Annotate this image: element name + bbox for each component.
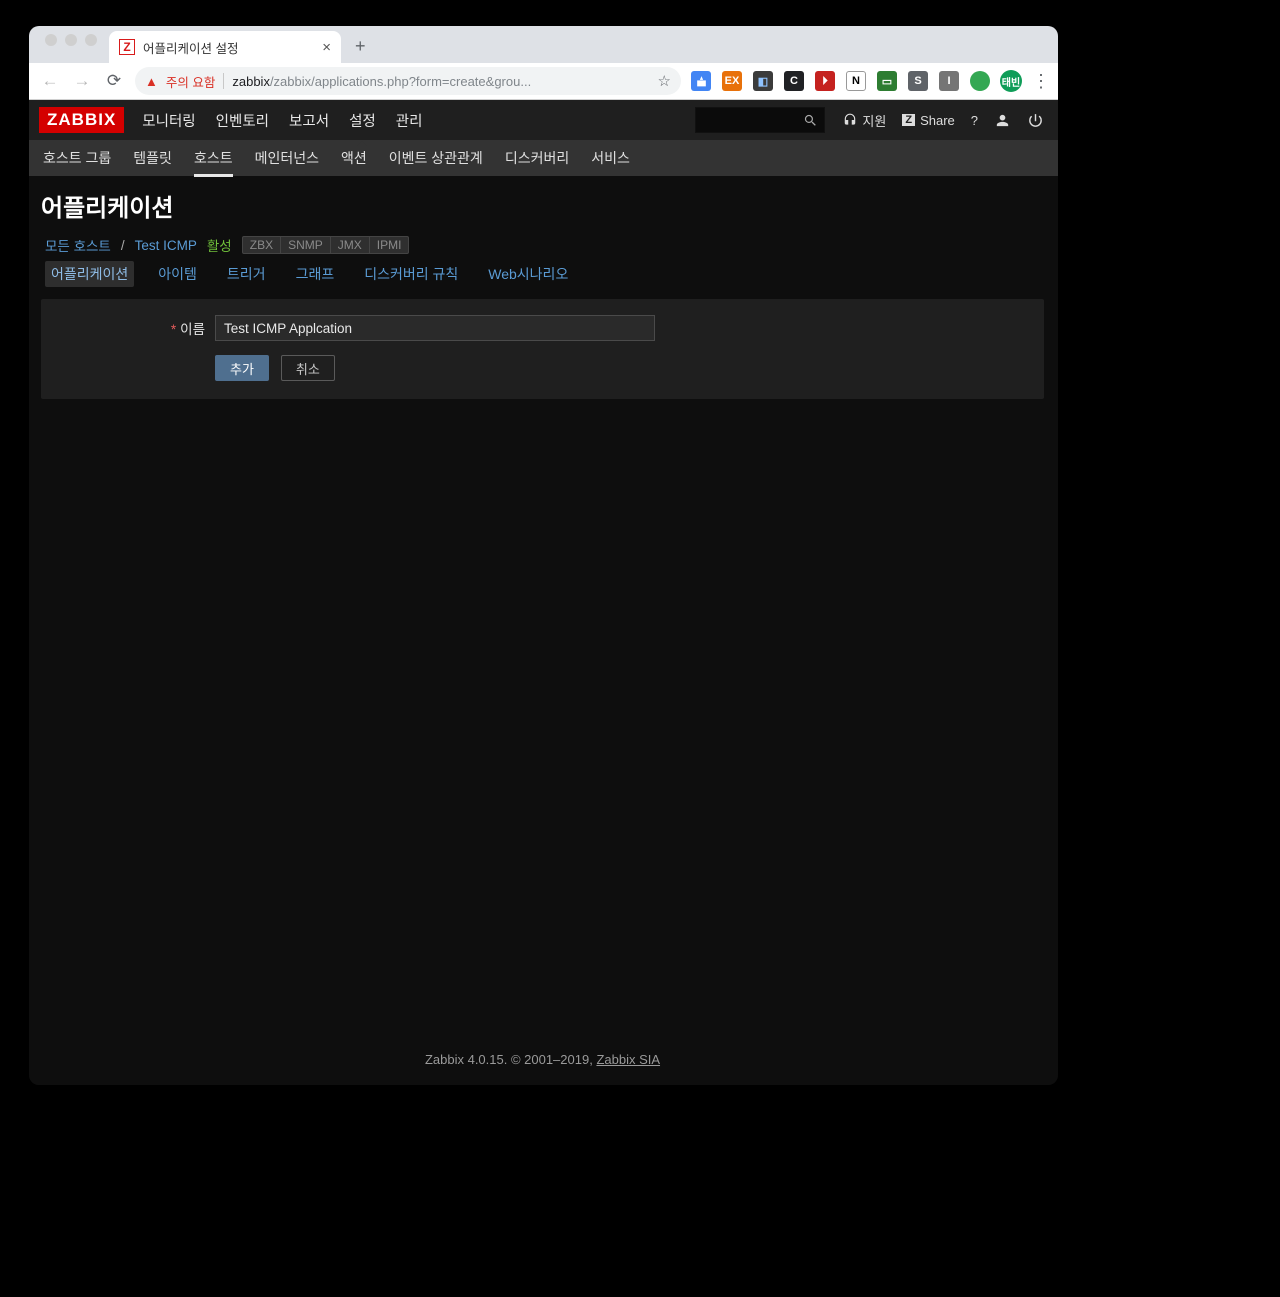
headset-icon — [843, 113, 857, 127]
main-menu-item[interactable]: 인벤토리 — [216, 100, 269, 141]
new-tab-button[interactable]: + — [341, 36, 378, 63]
nav-reload-icon[interactable]: ⟳ — [103, 71, 125, 91]
extension-icon-s[interactable]: S — [908, 71, 928, 91]
nav-forward-icon[interactable]: → — [71, 71, 93, 91]
protocol-badge: ZBX — [243, 237, 280, 253]
submenu-item[interactable]: 호스트 그룹 — [43, 140, 111, 176]
security-warning-text: 주의 요함 — [166, 72, 215, 91]
share-link[interactable]: Z Share — [902, 113, 954, 128]
submenu-item[interactable]: 호스트 — [194, 140, 233, 176]
window-close-dot[interactable] — [45, 34, 57, 46]
submenu-item[interactable]: 디스커버리 — [505, 140, 569, 176]
header-right: 지원 Z Share ? — [843, 111, 1044, 130]
submenu-item[interactable]: 이벤트 상관관계 — [389, 140, 483, 176]
extension-icon-adblock[interactable]: ◧ — [753, 71, 773, 91]
required-asterisk: * — [171, 322, 176, 337]
main-menu-item[interactable]: 보고서 — [289, 100, 329, 141]
browser-toolbar: ← → ⟳ ▲ 주의 요함 zabbix/zabbix/applications… — [29, 63, 1058, 100]
submenu-item[interactable]: 메인터넌스 — [255, 140, 319, 176]
url-text: zabbix/zabbix/applications.php?form=crea… — [232, 74, 649, 89]
submit-button[interactable]: 추가 — [215, 355, 269, 381]
protocol-badge: SNMP — [280, 237, 330, 253]
browser-tab-strip: Z 어플리케이션 설정 × + — [29, 26, 1058, 63]
submenu-item[interactable]: 템플릿 — [133, 140, 172, 176]
browser-tab[interactable]: Z 어플리케이션 설정 × — [109, 31, 341, 63]
browser-menu-icon[interactable]: ⋮ — [1032, 71, 1048, 92]
protocol-badge: JMX — [330, 237, 369, 253]
extension-icon-screen[interactable]: ▭ — [877, 71, 897, 91]
form-panel: *이름 추가 취소 — [41, 299, 1044, 399]
main-menu: 모니터링 인벤토리 보고서 설정 관리 — [142, 100, 422, 141]
tab-close-icon[interactable]: × — [322, 39, 331, 56]
footer-link[interactable]: Zabbix SIA — [596, 1052, 660, 1067]
host-tab[interactable]: Web시나리오 — [482, 261, 574, 287]
support-link[interactable]: 지원 — [843, 111, 886, 130]
bookmark-star-icon[interactable]: ☆ — [658, 72, 671, 90]
security-warning-icon: ▲ — [145, 74, 158, 89]
extension-icon-notion[interactable]: N — [846, 71, 866, 91]
share-badge-icon: Z — [902, 114, 915, 126]
main-menu-item[interactable]: 모니터링 — [142, 100, 195, 141]
logout-icon[interactable] — [1027, 112, 1044, 129]
zabbix-submenu: 호스트 그룹 템플릿 호스트 메인터넌스 액션 이벤트 상관관계 디스커버리 서비스 — [29, 140, 1058, 176]
extension-icon-green[interactable] — [970, 71, 990, 91]
extension-icons: EX ◧ C ⏵ N ▭ S I — [691, 71, 990, 91]
cancel-button[interactable]: 취소 — [281, 355, 335, 381]
breadcrumb-host[interactable]: Test ICMP — [135, 238, 197, 253]
search-icon — [803, 113, 818, 128]
submenu-item[interactable]: 액션 — [341, 140, 367, 176]
translate-extension-icon[interactable] — [691, 71, 711, 91]
protocol-badge: IPMI — [369, 237, 409, 253]
name-label: *이름 — [55, 318, 205, 338]
window-minimize-dot[interactable] — [65, 34, 77, 46]
extension-icon-pocket[interactable]: ⏵ — [815, 71, 835, 91]
page-content: 어플리케이션 모든 호스트 / Test ICMP 활성 ZBXSNMPJMXI… — [29, 176, 1058, 1085]
host-tab[interactable]: 트리거 — [221, 261, 272, 287]
address-bar[interactable]: ▲ 주의 요함 zabbix/zabbix/applications.php?f… — [135, 67, 681, 95]
page-title: 어플리케이션 — [41, 188, 1044, 223]
name-input[interactable] — [215, 315, 655, 341]
breadcrumb: 모든 호스트 / Test ICMP 활성 ZBXSNMPJMXIPMI — [41, 235, 1044, 255]
submenu-item[interactable]: 서비스 — [591, 140, 630, 176]
zabbix-header: ZABBIX 모니터링 인벤토리 보고서 설정 관리 지원 Z Share ? — [29, 100, 1058, 140]
breadcrumb-separator: / — [121, 238, 125, 253]
breadcrumb-status: 활성 — [207, 235, 232, 255]
main-menu-item[interactable]: 관리 — [396, 100, 423, 141]
help-link[interactable]: ? — [971, 113, 978, 128]
extension-icon-i[interactable]: I — [939, 71, 959, 91]
tab-title: 어플리케이션 설정 — [143, 38, 314, 57]
form-row-name: *이름 — [55, 315, 1030, 341]
extension-icon-ex[interactable]: EX — [722, 71, 742, 91]
host-tabs: 어플리케이션 아이템 트리거 그래프 디스커버리 규칙 Web시나리오 — [41, 261, 1044, 287]
footer: Zabbix 4.0.15. © 2001–2019, Zabbix SIA — [41, 1052, 1044, 1085]
zabbix-favicon: Z — [119, 39, 135, 55]
protocol-badges: ZBXSNMPJMXIPMI — [242, 236, 410, 254]
zabbix-logo[interactable]: ZABBIX — [39, 107, 124, 133]
main-menu-item[interactable]: 설정 — [349, 100, 376, 141]
window-maximize-dot[interactable] — [85, 34, 97, 46]
window-controls[interactable] — [39, 34, 109, 56]
host-tab[interactable]: 디스커버리 규칙 — [358, 261, 464, 287]
host-tab[interactable]: 어플리케이션 — [45, 261, 134, 287]
address-separator — [223, 73, 224, 89]
profile-avatar[interactable]: 태빈 — [1000, 70, 1022, 92]
breadcrumb-all-hosts[interactable]: 모든 호스트 — [45, 235, 111, 255]
browser-window: Z 어플리케이션 설정 × + ← → ⟳ ▲ 주의 요함 zabbix/zab… — [29, 26, 1058, 1085]
host-tab[interactable]: 그래프 — [290, 261, 341, 287]
host-tab[interactable]: 아이템 — [152, 261, 203, 287]
user-profile-icon[interactable] — [994, 112, 1011, 129]
search-input[interactable] — [695, 107, 825, 133]
form-buttons: 추가 취소 — [55, 355, 1030, 381]
extension-icon-c[interactable]: C — [784, 71, 804, 91]
zabbix-app: ZABBIX 모니터링 인벤토리 보고서 설정 관리 지원 Z Share ? — [29, 100, 1058, 1085]
nav-back-icon[interactable]: ← — [39, 71, 61, 91]
